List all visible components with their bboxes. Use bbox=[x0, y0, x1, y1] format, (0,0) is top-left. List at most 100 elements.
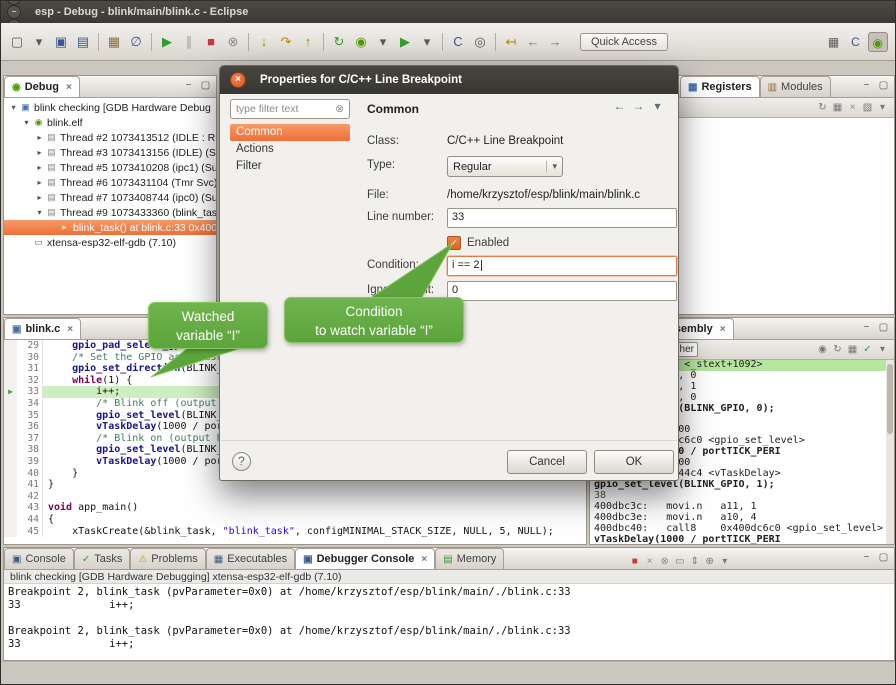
track-expression-icon[interactable]: ✓ bbox=[860, 343, 875, 357]
minimize-icon[interactable]: − bbox=[859, 551, 874, 565]
breakpoint-margin[interactable] bbox=[4, 410, 17, 422]
breakpoint-margin[interactable] bbox=[4, 352, 17, 364]
tab-console[interactable]: ▣Console bbox=[4, 548, 74, 569]
tree-expander-icon[interactable]: ▸ bbox=[34, 163, 45, 172]
refresh-registers-icon[interactable]: ↻ bbox=[815, 101, 830, 115]
dialog-nav-common[interactable]: Common bbox=[230, 124, 350, 141]
run-icon[interactable]: ▶ bbox=[395, 32, 415, 52]
breakpoint-margin[interactable] bbox=[4, 363, 17, 375]
breakpoint-margin[interactable] bbox=[4, 433, 17, 445]
maximize-icon[interactable]: ▢ bbox=[876, 79, 891, 93]
filter-input[interactable]: type filter text ⊗ bbox=[230, 99, 350, 119]
disassembly-line[interactable]: 400dbc40: call8 0x400dc6c0 <gpio_set_lev… bbox=[590, 524, 886, 535]
debug-tree-item[interactable]: ▸▤Thread #7 1073408744 (ipc0) (Susp bbox=[4, 190, 216, 205]
dialog-nav-actions[interactable]: Actions bbox=[230, 141, 350, 158]
tree-expander-icon[interactable]: ▸ bbox=[34, 133, 45, 142]
debug-tree-item[interactable]: ▾◉blink.elf bbox=[4, 115, 216, 130]
forward-icon[interactable]: → bbox=[630, 98, 647, 115]
last-edit-location-icon[interactable]: ↤ bbox=[501, 32, 521, 52]
cpp-perspective-icon[interactable]: C bbox=[846, 32, 866, 52]
tree-expander-icon[interactable]: ▸ bbox=[34, 148, 45, 157]
minimize-icon[interactable]: − bbox=[859, 79, 874, 93]
close-icon[interactable]: × bbox=[720, 324, 726, 335]
tab-blink-c[interactable]: ▣ blink.c × bbox=[4, 318, 81, 339]
breakpoint-margin[interactable] bbox=[4, 375, 17, 387]
debug-tree-item[interactable]: ▾▤Thread #9 1073433360 (blink_task bbox=[4, 205, 216, 220]
new-menu-icon[interactable]: ▾ bbox=[29, 32, 49, 52]
code-line[interactable]: 44{ bbox=[4, 514, 586, 526]
clear-console-icon[interactable]: ▭ bbox=[672, 555, 687, 569]
open-perspective-icon[interactable]: ▦ bbox=[824, 32, 844, 52]
disassembly-line[interactable]: vTaskDelay(1000 / portTICK_PERI bbox=[590, 535, 886, 545]
close-icon[interactable]: × bbox=[67, 324, 73, 335]
skip-all-breakpoints-icon[interactable]: ∅ bbox=[126, 32, 146, 52]
build-icon[interactable]: ▦ bbox=[104, 32, 124, 52]
debug-tree-item[interactable]: ▾▣blink checking [GDB Hardware Debug bbox=[4, 100, 216, 115]
breakpoint-margin[interactable] bbox=[4, 514, 17, 526]
console-menu-icon[interactable]: ▾ bbox=[717, 555, 732, 569]
tab-tasks[interactable]: ✓Tasks bbox=[74, 548, 131, 569]
tree-expander-icon[interactable]: ▾ bbox=[21, 118, 32, 127]
quick-access-button[interactable]: Quick Access bbox=[580, 33, 668, 51]
debug-tree-item[interactable]: ▸blink_task() at blink.c:33 0x400db bbox=[4, 220, 216, 235]
enabled-checkbox[interactable]: ✓ bbox=[447, 236, 461, 250]
debug-tree-item[interactable]: ▸▤Thread #5 1073410208 (ipc1) (Susp bbox=[4, 160, 216, 175]
suspend-icon[interactable]: ∥ bbox=[179, 32, 199, 52]
disassembly-line[interactable]: 400dbc3e: movi.n a10, 4 bbox=[590, 513, 886, 524]
run-menu-icon[interactable]: ▾ bbox=[417, 32, 437, 52]
restart-icon[interactable]: ↻ bbox=[329, 32, 349, 52]
maximize-icon[interactable]: ▢ bbox=[876, 551, 891, 565]
disassembly-line[interactable]: gpio_set_level(BLINK_GPIO, 1); bbox=[590, 480, 886, 491]
maximize-icon[interactable]: ▢ bbox=[198, 79, 213, 93]
console-output[interactable]: Breakpoint 2, blink_task (pvParameter=0x… bbox=[4, 584, 894, 660]
scrollbar-thumb[interactable] bbox=[887, 364, 893, 434]
new-c-project-icon[interactable]: C bbox=[448, 32, 468, 52]
view-menu-icon[interactable]: ▾ bbox=[649, 98, 666, 115]
step-return-icon[interactable]: ↑ bbox=[298, 32, 318, 52]
code-line[interactable]: 43void app_main() bbox=[4, 502, 586, 514]
tree-expander-icon[interactable]: ▾ bbox=[34, 208, 45, 217]
debug-tree-item[interactable]: ▸▤Thread #2 1073413512 (IDLE : Runn bbox=[4, 130, 216, 145]
add-register-group-icon[interactable]: ▦ bbox=[830, 101, 845, 115]
line-number-input[interactable]: 33 bbox=[447, 208, 677, 228]
help-button[interactable]: ? bbox=[232, 452, 251, 471]
new-wizard-icon[interactable]: ▢ bbox=[7, 32, 27, 52]
resume-icon[interactable]: ▶ bbox=[157, 32, 177, 52]
minimize-icon[interactable]: − bbox=[859, 321, 874, 335]
terminate-console-icon[interactable]: ■ bbox=[627, 555, 642, 569]
show-source-icon[interactable]: ▦ bbox=[845, 343, 860, 357]
code-line[interactable]: 42 bbox=[4, 491, 586, 503]
close-icon[interactable]: × bbox=[421, 554, 427, 565]
maximize-icon[interactable]: ▢ bbox=[876, 321, 891, 335]
pin-console-icon[interactable]: ⊕ bbox=[702, 555, 717, 569]
tree-expander-icon[interactable]: ▸ bbox=[34, 193, 45, 202]
disconnect-icon[interactable]: ⊗ bbox=[223, 32, 243, 52]
save-icon[interactable]: ▣ bbox=[51, 32, 71, 52]
scrollbar[interactable] bbox=[886, 360, 894, 544]
tab-debugger-console[interactable]: ▣Debugger Console× bbox=[295, 548, 435, 569]
breakpoint-margin[interactable] bbox=[4, 398, 17, 410]
clear-filter-icon[interactable]: ⊗ bbox=[335, 103, 344, 115]
back-icon[interactable]: ← bbox=[611, 98, 628, 115]
breakpoint-margin[interactable] bbox=[4, 444, 17, 456]
remove-all-launches-icon[interactable]: ⊗ bbox=[657, 555, 672, 569]
close-icon[interactable]: × bbox=[66, 82, 72, 93]
view-menu-icon[interactable]: ▾ bbox=[875, 343, 890, 357]
cancel-button[interactable]: Cancel bbox=[507, 450, 587, 474]
tree-expander-icon[interactable]: ▾ bbox=[8, 103, 19, 112]
step-over-icon[interactable]: ↷ bbox=[276, 32, 296, 52]
code-line[interactable]: 45 xTaskCreate(&blink_task, "blink_task"… bbox=[4, 526, 586, 538]
collapse-all-icon[interactable]: ▧ bbox=[860, 101, 875, 115]
tab-registers[interactable]: ▦Registers bbox=[680, 76, 760, 97]
close-icon[interactable]: × bbox=[230, 72, 246, 88]
terminate-icon[interactable]: ■ bbox=[201, 32, 221, 52]
tab-executables[interactable]: ▦Executables bbox=[206, 548, 295, 569]
breakpoint-margin[interactable] bbox=[4, 468, 17, 480]
debug-perspective-icon[interactable]: ◉ bbox=[868, 32, 888, 52]
remove-launch-icon[interactable]: × bbox=[642, 555, 657, 569]
tab-debug[interactable]: ◉ Debug × bbox=[4, 76, 80, 97]
scroll-lock-icon[interactable]: ⇕ bbox=[687, 555, 702, 569]
instruction-pointer-icon[interactable]: ▶ bbox=[4, 386, 17, 398]
view-menu-icon[interactable]: ▾ bbox=[875, 101, 890, 115]
breakpoint-margin[interactable] bbox=[4, 456, 17, 468]
